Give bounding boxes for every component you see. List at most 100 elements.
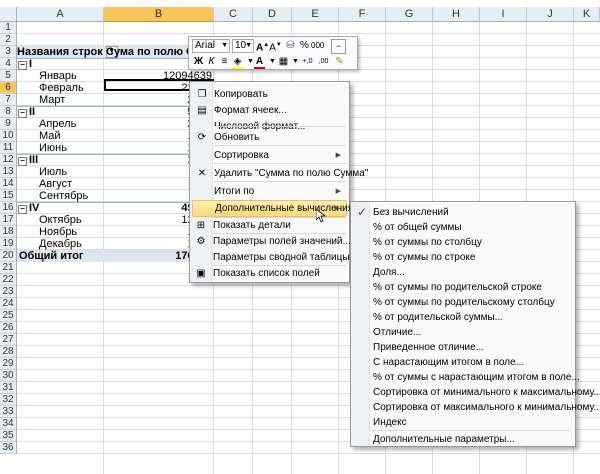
- pivot-item-label[interactable]: Декабрь: [17, 238, 104, 250]
- pivot-row-labels-header[interactable]: Названия строк ▼: [17, 46, 118, 59]
- row-header-17[interactable]: 17: [0, 214, 17, 226]
- row-header-21[interactable]: 21: [0, 262, 17, 274]
- row-header-5[interactable]: 5: [0, 70, 17, 82]
- pivot-item-label[interactable]: Сентябрь: [17, 190, 104, 202]
- menu-item-show-field-list[interactable]: ▣ Показать список полей: [191, 265, 346, 282]
- column-header-k[interactable]: K: [574, 7, 600, 22]
- pivot-item-label[interactable]: Июнь: [17, 142, 104, 154]
- row-header-33[interactable]: 33: [0, 406, 17, 418]
- column-header-j[interactable]: J: [527, 7, 574, 22]
- pivot-group-label[interactable]: − II: [17, 106, 104, 118]
- collapse-toggle-icon[interactable]: −: [18, 157, 27, 166]
- row-header-10[interactable]: 10: [0, 130, 17, 142]
- bold-button[interactable]: Ж: [192, 55, 205, 68]
- pivot-item-label[interactable]: Май: [17, 130, 104, 142]
- row-header-1[interactable]: 1: [0, 22, 17, 34]
- row-header-18[interactable]: 18: [0, 226, 17, 238]
- submenu-item-11[interactable]: С нарастающим итогом в поле...: [353, 355, 573, 370]
- increase-decimal-button[interactable]: +,0: [301, 55, 314, 68]
- row-header-24[interactable]: 24: [0, 298, 17, 310]
- collapse-toggle-icon[interactable]: −: [18, 205, 27, 214]
- submenu-item-4[interactable]: % от суммы по строке: [353, 250, 573, 265]
- column-header-h[interactable]: H: [433, 7, 480, 22]
- pivot-item-label[interactable]: Ноябрь: [17, 226, 104, 238]
- column-header-b[interactable]: B: [104, 7, 214, 22]
- row-header-29[interactable]: 29: [0, 358, 17, 370]
- pivot-item-label[interactable]: Февраль: [17, 82, 104, 94]
- column-header-d[interactable]: D: [253, 7, 292, 22]
- row-header-27[interactable]: 27: [0, 334, 17, 346]
- row-header-31[interactable]: 31: [0, 382, 17, 394]
- format-painter-icon[interactable]: ✎: [333, 55, 346, 68]
- submenu-item-15[interactable]: Индекс: [353, 415, 573, 430]
- align-center-icon[interactable]: ≡: [218, 55, 231, 68]
- thousands-button[interactable]: 000: [311, 39, 324, 52]
- column-header-f[interactable]: F: [339, 7, 386, 22]
- row-header-32[interactable]: 32: [0, 394, 17, 406]
- row-header-28[interactable]: 28: [0, 346, 17, 358]
- pivot-group-label[interactable]: − IV: [17, 202, 104, 214]
- row-header-15[interactable]: 15: [0, 190, 17, 202]
- grand-total-label[interactable]: Общий итог: [17, 250, 104, 262]
- row-header-8[interactable]: 8: [0, 106, 17, 118]
- submenu-item-9[interactable]: Отличие...: [353, 325, 573, 340]
- select-all-corner[interactable]: [0, 7, 17, 22]
- pivot-item-label[interactable]: Апрель: [17, 118, 104, 130]
- decrease-decimal-button[interactable]: ,00: [317, 55, 330, 68]
- row-header-20[interactable]: 20: [0, 250, 17, 262]
- submenu-item-13[interactable]: Сортировка от минимального к максимально…: [353, 385, 600, 400]
- collapse-toggle-icon[interactable]: −: [18, 61, 27, 70]
- row-header-7[interactable]: 7: [0, 94, 17, 106]
- row-header-2[interactable]: 2: [0, 34, 17, 46]
- row-header-34[interactable]: 34: [0, 418, 17, 430]
- merge-cells-icon[interactable]: ⇔: [331, 39, 346, 54]
- column-header-g[interactable]: G: [386, 7, 433, 22]
- grow-font-icon[interactable]: A▲: [256, 39, 269, 53]
- pivot-item-label[interactable]: Август: [17, 178, 104, 190]
- row-header-16[interactable]: 16: [0, 202, 17, 214]
- row-header-36[interactable]: 36: [0, 442, 17, 454]
- row-header-23[interactable]: 23: [0, 286, 17, 298]
- pivot-item-label[interactable]: Март: [17, 94, 104, 106]
- pivot-item-label[interactable]: Октябрь: [17, 214, 104, 226]
- percent-button[interactable]: %: [298, 39, 311, 52]
- collapse-toggle-icon[interactable]: −: [18, 109, 27, 118]
- row-header-3[interactable]: 3: [0, 46, 17, 58]
- italic-button[interactable]: К: [205, 55, 218, 68]
- row-header-12[interactable]: 12: [0, 154, 17, 166]
- row-header-22[interactable]: 22: [0, 274, 17, 286]
- pivot-item-label[interactable]: Январь: [17, 70, 104, 82]
- submenu-item-7[interactable]: % от суммы по родительскому столбцу: [353, 295, 573, 310]
- submenu-item-16[interactable]: Дополнительные параметры...: [353, 432, 573, 447]
- column-header-e[interactable]: E: [292, 7, 339, 22]
- row-header-6[interactable]: 6: [0, 82, 17, 94]
- row-header-11[interactable]: 11: [0, 142, 17, 154]
- row-header-25[interactable]: 25: [0, 310, 17, 322]
- submenu-item-3[interactable]: % от суммы по столбцу: [353, 235, 573, 250]
- submenu-item-6[interactable]: % от суммы по родительской строке: [353, 280, 573, 295]
- pivot-item-label[interactable]: Июль: [17, 166, 104, 178]
- submenu-item-12[interactable]: % от суммы с нарастающим итогом в поле..…: [353, 370, 580, 385]
- menu-item-value-field-settings[interactable]: ⚙ Параметры полей значений...: [191, 233, 351, 250]
- row-header-30[interactable]: 30: [0, 370, 17, 382]
- pivot-group-label[interactable]: − III: [17, 154, 104, 166]
- row-header-4[interactable]: 4: [0, 58, 17, 70]
- column-header-c[interactable]: C: [214, 7, 253, 22]
- row-header-13[interactable]: 13: [0, 166, 17, 178]
- row-header-9[interactable]: 9: [0, 118, 17, 130]
- font-name-box[interactable]: Arial ▼: [192, 39, 230, 53]
- submenu-item-8[interactable]: % от родительской суммы...: [353, 310, 573, 325]
- font-size-box[interactable]: 10 ▼: [232, 39, 254, 53]
- column-header-i[interactable]: I: [480, 7, 527, 22]
- column-header-a[interactable]: A: [17, 7, 104, 22]
- pivot-group-label[interactable]: − I: [17, 58, 104, 70]
- submenu-item-10[interactable]: Приведенное отличие...: [353, 340, 573, 355]
- menu-item-pivot-options[interactable]: Параметры сводной таблицы...: [191, 249, 358, 266]
- submenu-item-5[interactable]: Доля...: [353, 265, 573, 280]
- submenu-item-14[interactable]: Сортировка от максимального к минимально…: [353, 400, 600, 415]
- row-header-26[interactable]: 26: [0, 322, 17, 334]
- shrink-font-icon[interactable]: A▼: [269, 39, 282, 53]
- submenu-item-1[interactable]: ✓ Без вычислений: [353, 205, 573, 220]
- row-header-19[interactable]: 19: [0, 238, 17, 250]
- row-header-35[interactable]: 35: [0, 430, 17, 442]
